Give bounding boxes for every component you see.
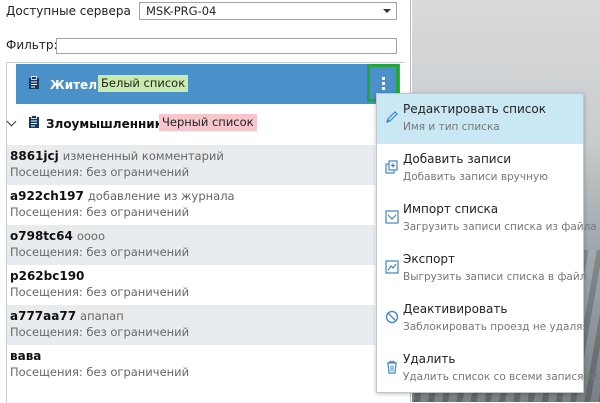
lists-panel: Доступные сервера MSK-PRG-04 Фильтр: Жит…	[0, 0, 411, 403]
trash-icon	[387, 360, 397, 374]
filter-input[interactable]	[56, 38, 397, 54]
list-item[interactable]: a777aa77 апапап Посещения: без ограничени…	[7, 305, 375, 345]
list-item[interactable]: a922ch197 добавление из журнала Посещения…	[7, 185, 375, 225]
clipboard-icon	[29, 115, 39, 128]
add-records-icon	[385, 160, 398, 174]
list-item[interactable]: o798tc64 оооо Посещения: без ограничений	[7, 225, 375, 265]
menu-item-add-records[interactable]: Добавить записи Добавить записи вручную	[377, 144, 583, 194]
white-list-badge: Белый список	[98, 75, 189, 92]
import-icon	[385, 210, 399, 224]
menu-item-delete[interactable]: Удалить Удалить список со всеми записями	[377, 344, 598, 394]
server-label: Доступные сервера	[6, 4, 131, 18]
block-icon	[385, 310, 399, 324]
group-context-menu: Редактировать список Имя и тип списка До…	[376, 93, 598, 394]
menu-item-edit-list[interactable]: Редактировать список Имя и тип списка	[377, 94, 583, 144]
export-icon	[385, 260, 399, 274]
server-select[interactable]: MSK-PRG-04	[139, 2, 397, 20]
group-title-intruders[interactable]: Злоумышленники	[46, 117, 171, 131]
list-item[interactable]: 8861jcj измененный комментарий Посещения:…	[7, 145, 375, 185]
entries-list: 8861jcj измененный комментарий Посещения:…	[7, 145, 375, 385]
list-item[interactable]: вава Посещения: без ограничений	[7, 345, 375, 385]
menu-item-import-list[interactable]: Импорт списка Загрузить записи списка из…	[377, 194, 597, 244]
clipboard-icon	[29, 76, 39, 89]
server-select-value: MSK-PRG-04	[146, 4, 217, 18]
kebab-menu-icon	[381, 76, 385, 90]
list-item[interactable]: p262bc190 Посещения: без ограничений	[7, 265, 375, 305]
chevron-down-icon	[383, 9, 391, 13]
pencil-icon	[386, 111, 398, 123]
filter-label: Фильтр:	[6, 38, 58, 52]
black-list-badge: Черный список	[159, 114, 257, 131]
menu-item-deactivate[interactable]: Деактивировать Заблокировать проезд не у…	[377, 294, 589, 344]
menu-item-export[interactable]: Экспорт Выгрузить записи списка в файл	[377, 244, 586, 294]
